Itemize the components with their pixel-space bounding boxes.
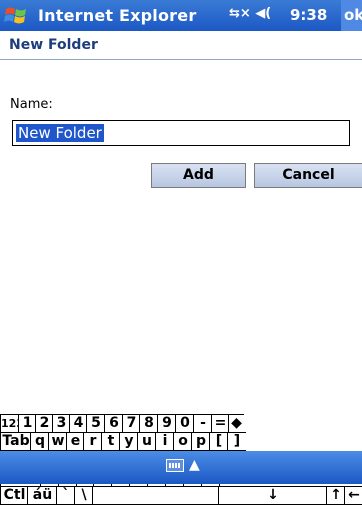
key-char[interactable]: 2 <box>35 414 53 433</box>
key-char[interactable]: 6 <box>104 414 123 433</box>
key-char[interactable]: 0 <box>175 414 194 433</box>
clock[interactable]: 9:38 <box>290 6 327 24</box>
key-char[interactable]: e <box>66 432 84 451</box>
title-bar: Internet Explorer ⇆× ◀( 9:38 ok <box>0 0 362 31</box>
key-ctl[interactable]: Ctl <box>0 486 28 505</box>
key-123[interactable]: 123 <box>0 414 24 433</box>
key-char[interactable]: o <box>173 432 192 451</box>
menu-bar: ▲ <box>0 451 362 484</box>
keyboard-icon[interactable] <box>166 459 184 472</box>
name-input-value[interactable]: New Folder <box>16 124 104 142</box>
key-char[interactable]: 5 <box>86 414 105 433</box>
key-char[interactable]: - <box>193 414 212 433</box>
key-char[interactable]: t <box>101 432 120 451</box>
key-char[interactable]: 1 <box>18 414 36 433</box>
key-char[interactable]: 4 <box>69 414 87 433</box>
name-input[interactable]: New Folder <box>12 120 350 146</box>
windows-start-icon[interactable] <box>4 4 28 26</box>
key-char[interactable]: [ <box>209 432 228 451</box>
key-char[interactable]: = <box>211 414 229 433</box>
app-title: Internet Explorer <box>38 6 197 25</box>
cancel-button[interactable]: Cancel <box>254 163 362 188</box>
key-space[interactable] <box>92 486 219 505</box>
key-tab[interactable]: Tab <box>0 432 31 451</box>
key-áü[interactable]: áü <box>27 486 57 505</box>
key-char[interactable]: w <box>48 432 67 451</box>
dialog-title: New Folder <box>9 37 98 53</box>
key-char[interactable]: ` <box>56 486 75 505</box>
key-char[interactable]: ↑ <box>326 486 345 505</box>
key-char[interactable]: u <box>137 432 156 451</box>
key-char[interactable]: 7 <box>122 414 140 433</box>
dialog-header: New Folder <box>0 31 362 60</box>
add-button[interactable]: Add <box>151 163 246 188</box>
name-label: Name: <box>10 97 53 112</box>
key-char[interactable]: 9 <box>157 414 176 433</box>
key-char[interactable]: ] <box>227 432 246 451</box>
key-char[interactable]: p <box>191 432 210 451</box>
key-char[interactable]: ◆ <box>228 414 244 433</box>
key-char[interactable]: q <box>30 432 49 451</box>
key-char[interactable]: \ <box>74 486 93 505</box>
key-char[interactable]: ↓ <box>218 486 327 505</box>
connectivity-volume-icons[interactable]: ⇆× ◀( <box>229 6 271 21</box>
ok-button[interactable]: ok <box>341 0 362 31</box>
key-char[interactable]: r <box>83 432 102 451</box>
key-char[interactable]: 8 <box>139 414 158 433</box>
key-char[interactable]: y <box>119 432 138 451</box>
key-char[interactable]: i <box>155 432 174 451</box>
key-char[interactable]: ← <box>344 486 362 505</box>
sip-arrow-icon[interactable]: ▲ <box>189 457 200 473</box>
key-char[interactable]: 3 <box>52 414 70 433</box>
